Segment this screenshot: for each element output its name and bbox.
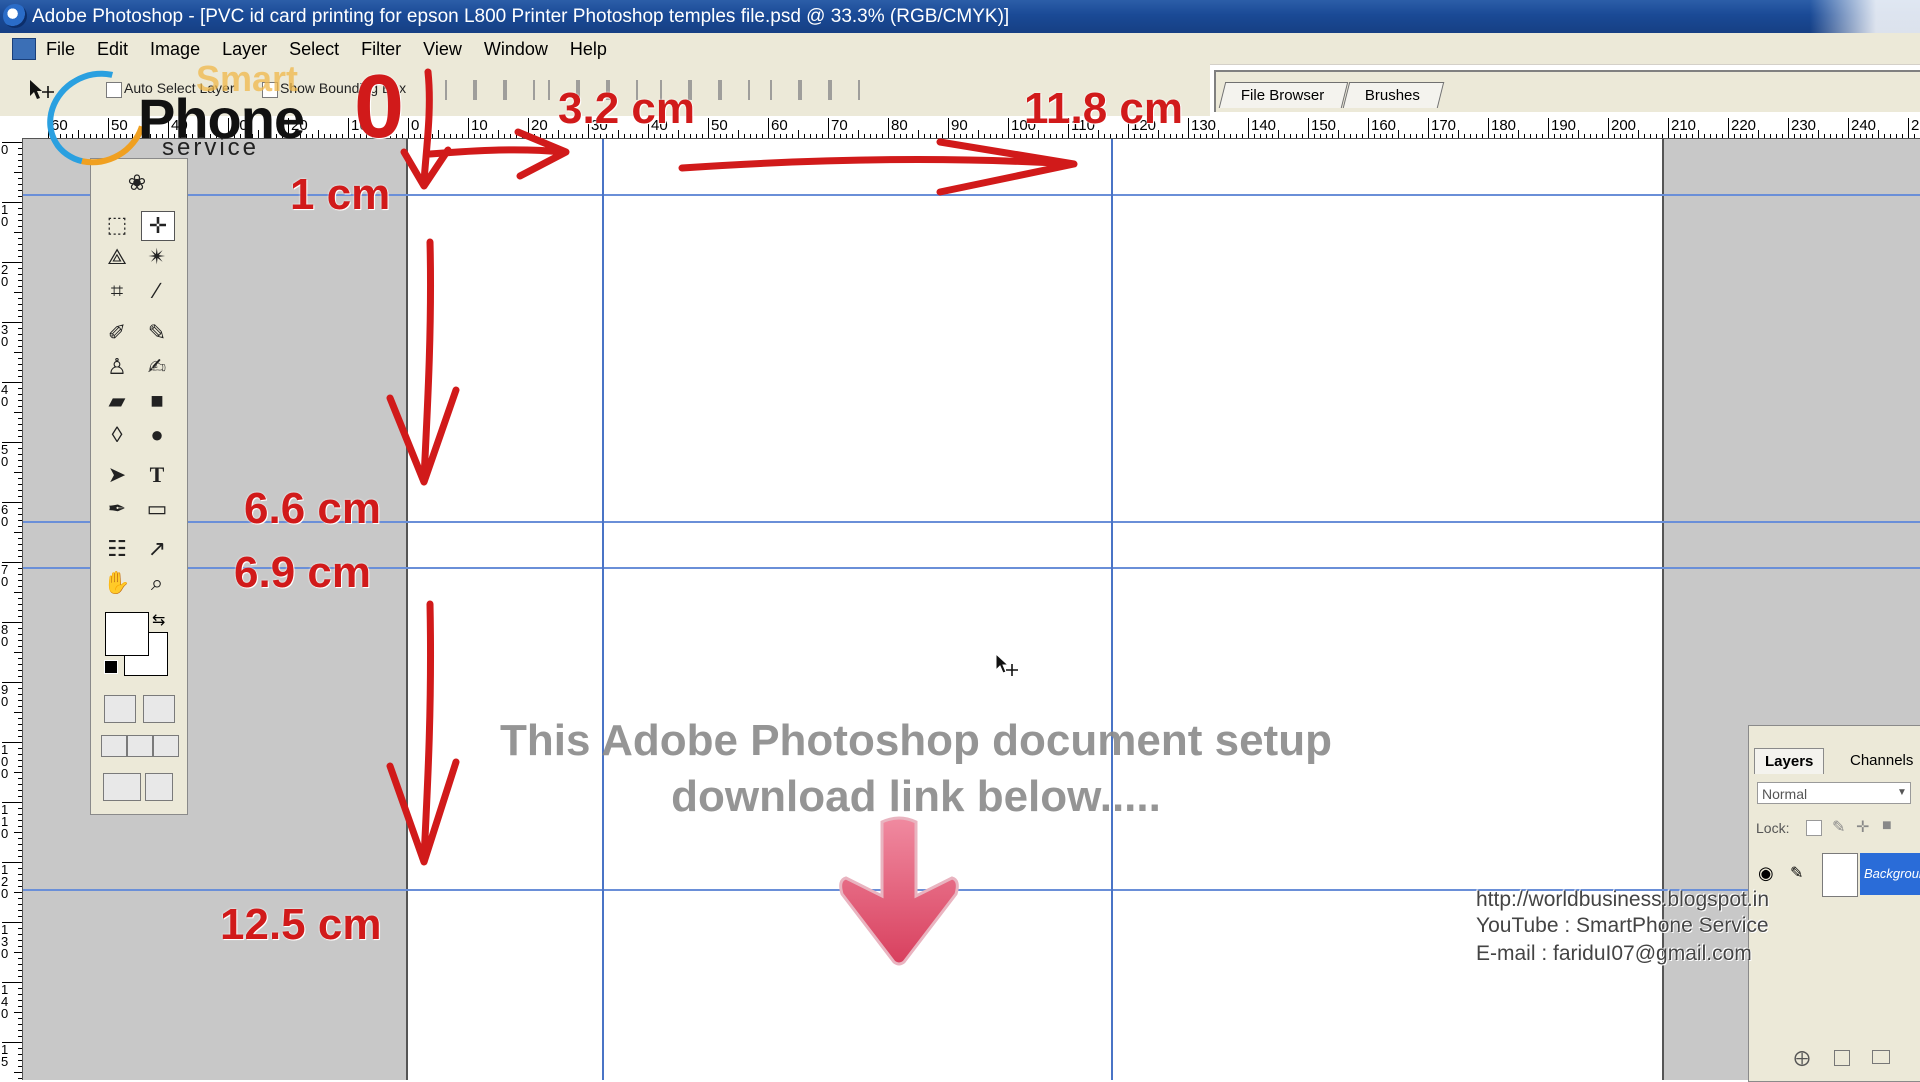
overlay-line-2: download link below..... [671,772,1161,821]
info-youtube: YouTube : SmartPhone Service [1476,914,1769,937]
arrow-right-11-8cm [678,138,1078,196]
download-arrow-icon [839,816,959,966]
arrow-down-6-6cm [386,238,460,486]
label-1cm: 1 cm [290,170,391,219]
label-zero: 0 [354,57,405,157]
info-email: E-mail : fariduI07@gmail.com [1476,942,1752,965]
arrow-right-3-2cm [426,128,570,180]
label-6-6cm: 6.6 cm [244,484,381,533]
move-cursor-icon [995,652,1018,676]
label-3-2cm: 3.2 cm [558,84,695,133]
label-12-5cm: 12.5 cm [220,900,382,949]
logo-word-service: service [162,134,260,161]
arrow-down-top [400,68,452,190]
info-website: http://worldbusiness.blogspot.in [1476,888,1770,911]
label-6-9cm: 6.9 cm [234,548,371,597]
overlay-line-1: This Adobe Photoshop document setup [500,716,1332,765]
arrow-down-12-5cm [386,600,460,866]
label-11-8cm: 11.8 cm [1024,84,1184,133]
